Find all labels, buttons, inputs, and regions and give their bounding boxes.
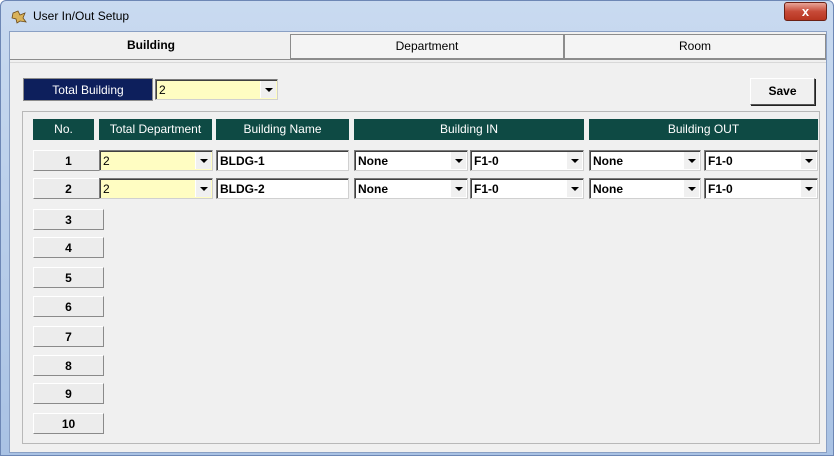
total-building-value: 2 bbox=[159, 83, 166, 97]
chevron-down-icon[interactable] bbox=[566, 180, 582, 197]
header-building-name: Building Name bbox=[216, 119, 349, 140]
building-out-floor-value: F1-0 bbox=[708, 182, 733, 196]
tab-building[interactable]: Building bbox=[12, 34, 290, 59]
tab-department[interactable]: Department bbox=[290, 34, 564, 59]
building-in-floor-value: F1-0 bbox=[474, 182, 499, 196]
building-out-value: None bbox=[593, 182, 623, 196]
header-building-in: Building IN bbox=[354, 119, 584, 140]
row-number-8[interactable]: 8 bbox=[33, 355, 104, 376]
chevron-down-icon[interactable] bbox=[566, 152, 582, 169]
tab-room[interactable]: Room bbox=[564, 34, 826, 59]
building-out-select[interactable]: None bbox=[589, 178, 701, 199]
building-in-floor-select[interactable]: F1-0 bbox=[470, 150, 584, 171]
header-total-department: Total Department bbox=[99, 119, 212, 140]
row-number-5[interactable]: 5 bbox=[33, 267, 104, 288]
total-department-select[interactable]: 2 bbox=[99, 178, 213, 199]
row-number-3[interactable]: 3 bbox=[33, 209, 104, 230]
building-in-select[interactable]: None bbox=[354, 178, 468, 199]
window-title: User In/Out Setup bbox=[33, 9, 130, 23]
building-in-floor-value: F1-0 bbox=[474, 154, 499, 168]
total-building-label: Total Building bbox=[23, 78, 153, 101]
total-department-value: 2 bbox=[103, 154, 110, 168]
building-in-value: None bbox=[358, 154, 388, 168]
chevron-down-icon[interactable] bbox=[683, 180, 699, 197]
total-department-value: 2 bbox=[103, 182, 110, 196]
building-out-floor-select[interactable]: F1-0 bbox=[704, 178, 818, 199]
building-out-select[interactable]: None bbox=[589, 150, 701, 171]
row-number-2[interactable]: 2 bbox=[33, 178, 104, 199]
row-number-4[interactable]: 4 bbox=[33, 237, 104, 258]
row-number-7[interactable]: 7 bbox=[33, 326, 104, 347]
row-number-9[interactable]: 9 bbox=[33, 383, 104, 404]
chevron-down-icon[interactable] bbox=[800, 180, 816, 197]
tab-room-label: Room bbox=[678, 39, 711, 53]
building-out-floor-value: F1-0 bbox=[708, 154, 733, 168]
row-number-10[interactable]: 10 bbox=[33, 413, 104, 434]
row-number-1[interactable]: 1 bbox=[33, 150, 104, 171]
building-name-input[interactable]: BLDG-2 bbox=[216, 178, 349, 199]
save-button[interactable]: Save bbox=[750, 78, 815, 105]
building-in-select[interactable]: None bbox=[354, 150, 468, 171]
client-area: Building Department Room Total Building … bbox=[9, 31, 827, 453]
chevron-down-icon[interactable] bbox=[260, 81, 276, 98]
total-department-select[interactable]: 2 bbox=[99, 150, 213, 171]
chevron-down-icon[interactable] bbox=[195, 180, 211, 197]
app-window: User In/Out Setup x Building Department … bbox=[0, 0, 834, 456]
chevron-down-icon[interactable] bbox=[683, 152, 699, 169]
tab-building-label: Building bbox=[127, 38, 175, 52]
tab-divider bbox=[10, 59, 826, 63]
chevron-down-icon[interactable] bbox=[450, 152, 466, 169]
tab-bar: Building Department Room bbox=[10, 32, 826, 63]
header-building-out: Building OUT bbox=[589, 119, 818, 140]
total-building-select[interactable]: 2 bbox=[155, 79, 278, 100]
close-icon: x bbox=[801, 4, 810, 19]
chevron-down-icon[interactable] bbox=[195, 152, 211, 169]
building-name-value: BLDG-2 bbox=[220, 182, 265, 196]
title-bar[interactable]: User In/Out Setup x bbox=[1, 1, 833, 31]
building-out-floor-select[interactable]: F1-0 bbox=[704, 150, 818, 171]
building-in-value: None bbox=[358, 182, 388, 196]
chevron-down-icon[interactable] bbox=[450, 180, 466, 197]
header-no: No. bbox=[33, 119, 94, 140]
app-icon bbox=[11, 10, 27, 24]
building-out-value: None bbox=[593, 154, 623, 168]
building-in-floor-select[interactable]: F1-0 bbox=[470, 178, 584, 199]
row-number-6[interactable]: 6 bbox=[33, 296, 104, 317]
tab-department-label: Department bbox=[395, 39, 459, 53]
close-button[interactable]: x bbox=[784, 2, 827, 21]
building-name-input[interactable]: BLDG-1 bbox=[216, 150, 349, 171]
building-name-value: BLDG-1 bbox=[220, 154, 265, 168]
chevron-down-icon[interactable] bbox=[800, 152, 816, 169]
